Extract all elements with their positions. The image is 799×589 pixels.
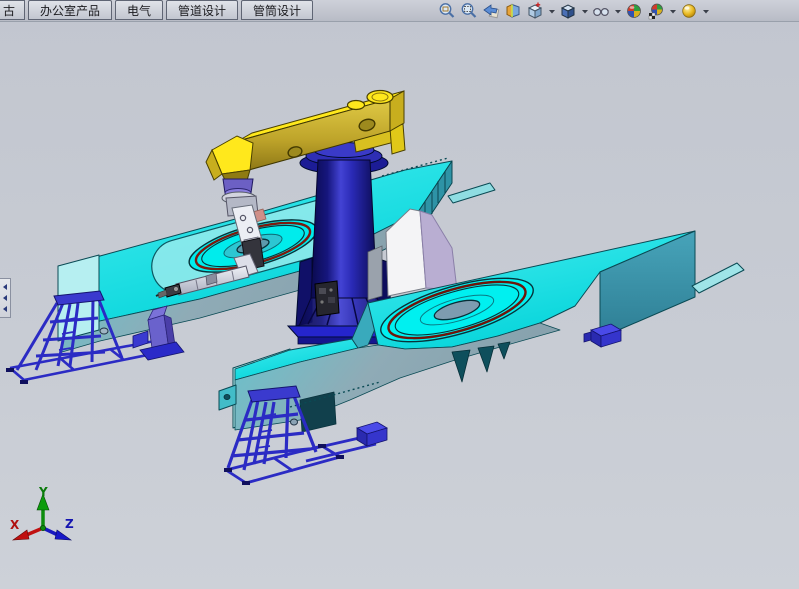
tab-piping-design[interactable]: 管道设计 [166,0,238,20]
apply-scene-button[interactable] [646,1,666,21]
triad-x-label: X [10,518,20,532]
view-orientation-button[interactable] [525,1,545,21]
display-style-icon [558,1,578,21]
tab-partial[interactable]: 古 [0,0,25,20]
hide-show-items-icon [591,1,611,21]
hide-show-items-dropdown[interactable] [613,1,622,21]
dropdown-arrow-icon [669,1,677,21]
column-junction-box[interactable] [315,281,339,316]
view-orientation-dropdown[interactable] [547,1,556,21]
view-settings-button[interactable] [679,1,699,21]
tab-tubing-design[interactable]: 管筒设计 [241,0,313,20]
display-style-button[interactable] [558,1,578,21]
tab-electrical[interactable]: 电气 [115,0,163,20]
heads-up-view-toolbar [437,0,710,21]
dropdown-arrow-icon [614,1,622,21]
display-style-dropdown[interactable] [580,1,589,21]
panel-expander-button[interactable] [0,278,11,318]
commandmanager-tabs: 古 办公室产品 电气 管道设计 管筒设计 [0,0,313,20]
view-settings-icon [679,1,699,21]
previous-view-icon [481,1,501,21]
zoom-to-area-icon [459,1,479,21]
edit-appearance-icon [624,1,644,21]
zoom-to-fit-icon [437,1,457,21]
tab-office-products[interactable]: 办公室产品 [28,0,112,20]
3d-viewport[interactable]: Y X Z [0,0,799,589]
section-view-button[interactable] [503,1,523,21]
dropdown-arrow-icon [548,1,556,21]
triad-y-label: Y [38,485,48,499]
view-orientation-icon [525,1,545,21]
apply-scene-icon [646,1,666,21]
previous-view-button[interactable] [481,1,501,21]
command-bar: 古 办公室产品 电气 管道设计 管筒设计 [0,0,799,22]
hide-show-items-button[interactable] [591,1,611,21]
section-view-icon [503,1,523,21]
apply-scene-dropdown[interactable] [668,1,677,21]
zoom-to-fit-button[interactable] [437,1,457,21]
edit-appearance-button[interactable] [624,1,644,21]
zoom-to-area-button[interactable] [459,1,479,21]
triple-left-arrow-icon [1,281,9,315]
view-settings-dropdown[interactable] [701,1,710,21]
dropdown-arrow-icon [581,1,589,21]
triad-z-label: Z [65,517,74,531]
dropdown-arrow-icon [702,1,710,21]
